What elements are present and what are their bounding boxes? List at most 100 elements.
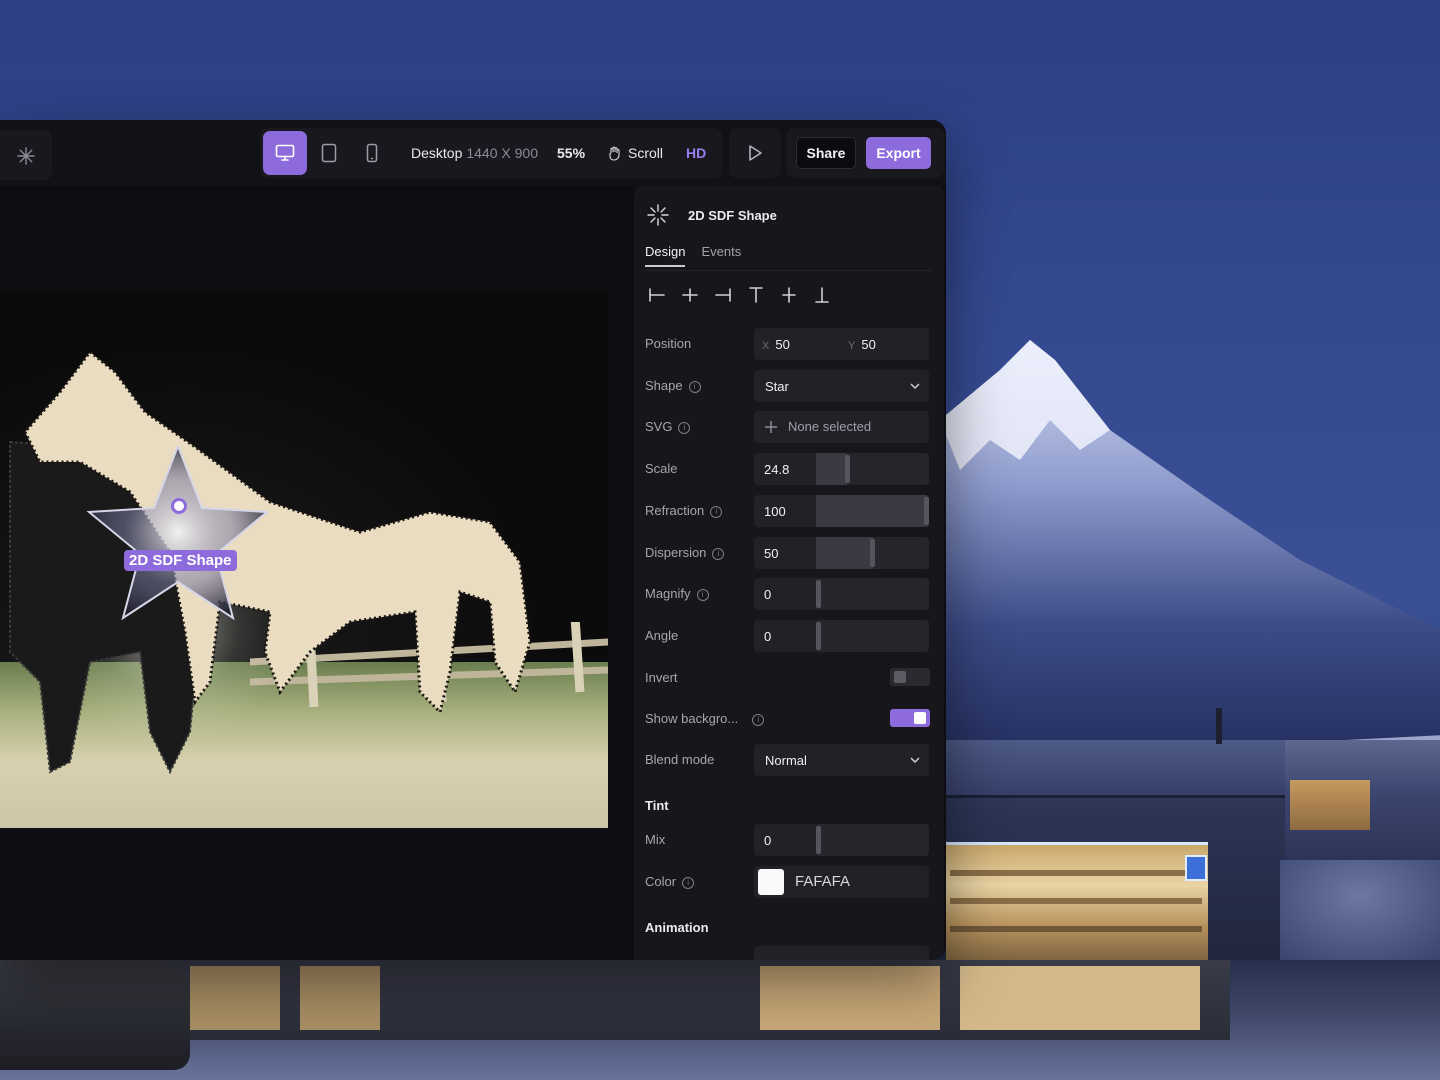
position-x-input[interactable]: X 50 xyxy=(762,337,790,352)
align-right-icon[interactable] xyxy=(714,286,732,304)
svg-picker[interactable]: None selected xyxy=(754,411,929,443)
export-button[interactable]: Export xyxy=(866,137,931,169)
blend-mode-select[interactable]: Normal xyxy=(754,744,929,776)
align-top-icon[interactable] xyxy=(747,286,765,304)
shape-select[interactable]: Star xyxy=(754,370,929,402)
tablet-icon xyxy=(321,143,337,163)
parked-car xyxy=(0,960,190,1070)
hd-toggle[interactable]: HD xyxy=(686,145,706,161)
dispersion-value: 50 xyxy=(764,546,779,561)
slider-track[interactable] xyxy=(816,537,929,569)
refraction-slider[interactable]: 100 xyxy=(754,495,929,527)
shape-position-handle[interactable] xyxy=(171,498,187,514)
viewport-size[interactable]: Desktop 1440 X 900 xyxy=(411,145,538,161)
align-middle-v-icon[interactable] xyxy=(780,286,798,304)
store-sign xyxy=(1185,855,1207,881)
tab-design[interactable]: Design xyxy=(645,244,686,267)
scale-value: 24.8 xyxy=(764,462,790,477)
color-picker[interactable]: FAFAFA xyxy=(754,866,929,898)
x-axis-label: X xyxy=(762,340,770,352)
share-export-group: Share Export xyxy=(786,128,944,178)
y-axis-label: Y xyxy=(848,340,856,352)
align-bottom-icon[interactable] xyxy=(813,286,831,304)
slider-handle[interactable] xyxy=(845,455,851,483)
slider-handle[interactable] xyxy=(816,580,821,608)
slider-track[interactable] xyxy=(816,824,929,856)
position-label: Position xyxy=(645,336,692,351)
blend-mode-label: Blend mode xyxy=(645,752,715,767)
info-icon[interactable]: i xyxy=(688,381,701,393)
scale-label: Scale xyxy=(645,461,678,476)
tab-events[interactable]: Events xyxy=(701,244,741,267)
magnify-label: Magnify i xyxy=(645,586,709,601)
app-menu-button[interactable] xyxy=(0,130,52,180)
show-background-row: Show backgro... i xyxy=(645,703,931,735)
tint-section-title: Tint xyxy=(645,798,669,813)
dispersion-row: Dispersion i 50 xyxy=(645,537,931,569)
plus-icon xyxy=(765,420,777,433)
info-icon[interactable]: i xyxy=(752,714,765,726)
color-swatch[interactable] xyxy=(758,869,784,895)
refraction-value: 100 xyxy=(764,504,786,519)
sparkle-icon xyxy=(647,204,669,226)
tablet-view-button[interactable] xyxy=(307,131,351,175)
info-icon[interactable]: i xyxy=(696,589,709,601)
invert-row: Invert xyxy=(645,662,931,694)
info-icon[interactable]: i xyxy=(678,422,691,434)
selected-element-tag: 2D SDF Shape xyxy=(124,550,237,571)
slider-handle[interactable] xyxy=(816,622,821,650)
chevron-down-icon xyxy=(910,383,920,390)
device-size: 1440 X 900 xyxy=(466,145,538,161)
artboard-preview[interactable]: 2D SDF Shape xyxy=(0,292,608,828)
mix-slider[interactable]: 0 xyxy=(754,824,929,856)
scale-slider[interactable]: 24.8 xyxy=(754,453,929,485)
slider-handle[interactable] xyxy=(870,539,875,567)
panel-title: 2D SDF Shape xyxy=(688,207,777,223)
scroll-toggle[interactable]: Scroll xyxy=(608,145,663,161)
refraction-label: Refraction i xyxy=(645,503,723,518)
top-toolbar: Desktop 1440 X 900 55% Scroll HD Share Ex… xyxy=(0,120,946,186)
color-hex[interactable]: FAFAFA xyxy=(795,873,850,890)
slider-track[interactable] xyxy=(816,495,929,527)
mix-value: 0 xyxy=(764,833,772,848)
magnify-slider[interactable]: 0 xyxy=(754,578,929,610)
phone-view-button[interactable] xyxy=(350,131,394,175)
slider-track[interactable] xyxy=(816,578,929,610)
blend-mode-value: Normal xyxy=(765,753,807,768)
desktop-view-button[interactable] xyxy=(263,131,307,175)
mix-row: Mix 0 xyxy=(645,824,931,856)
blend-mode-row: Blend mode Normal xyxy=(645,744,931,776)
angle-slider[interactable]: 0 xyxy=(754,620,929,652)
info-icon[interactable]: i xyxy=(712,548,725,560)
invert-toggle[interactable] xyxy=(890,668,930,686)
svg-label: SVG i xyxy=(645,419,691,434)
angle-row: Angle 0 xyxy=(645,620,931,652)
store-window xyxy=(946,842,1208,960)
align-left-icon[interactable] xyxy=(648,286,666,304)
dispersion-slider[interactable]: 50 xyxy=(754,537,929,569)
slider-track[interactable] xyxy=(816,453,929,485)
info-icon[interactable]: i xyxy=(682,877,695,889)
position-y-input[interactable]: Y 50 xyxy=(848,337,876,352)
sparkle-icon xyxy=(17,147,35,165)
align-center-h-icon[interactable] xyxy=(681,286,699,304)
svg-row: SVG i None selected xyxy=(645,411,931,443)
show-background-toggle[interactable] xyxy=(890,709,930,727)
position-row: Position X 50 Y 50 xyxy=(645,328,931,360)
zoom-level[interactable]: 55% xyxy=(557,145,585,161)
star-sdf-shape[interactable] xyxy=(85,446,271,626)
slider-handle[interactable] xyxy=(816,826,821,854)
share-button[interactable]: Share xyxy=(796,137,856,169)
slider-handle[interactable] xyxy=(924,497,929,525)
scale-row: Scale 24.8 xyxy=(645,453,931,485)
info-icon[interactable]: i xyxy=(710,506,723,518)
phone-icon xyxy=(366,143,378,163)
panel-header: 2D SDF Shape xyxy=(646,202,777,228)
preview-play-button[interactable] xyxy=(729,128,781,178)
store-roof xyxy=(940,740,1285,798)
tab-divider xyxy=(645,270,932,271)
refraction-row: Refraction i 100 xyxy=(645,495,931,527)
slider-track[interactable] xyxy=(816,620,929,652)
canvas-area[interactable]: 2D SDF Shape xyxy=(0,186,630,960)
magnify-row: Magnify i 0 xyxy=(645,578,931,610)
